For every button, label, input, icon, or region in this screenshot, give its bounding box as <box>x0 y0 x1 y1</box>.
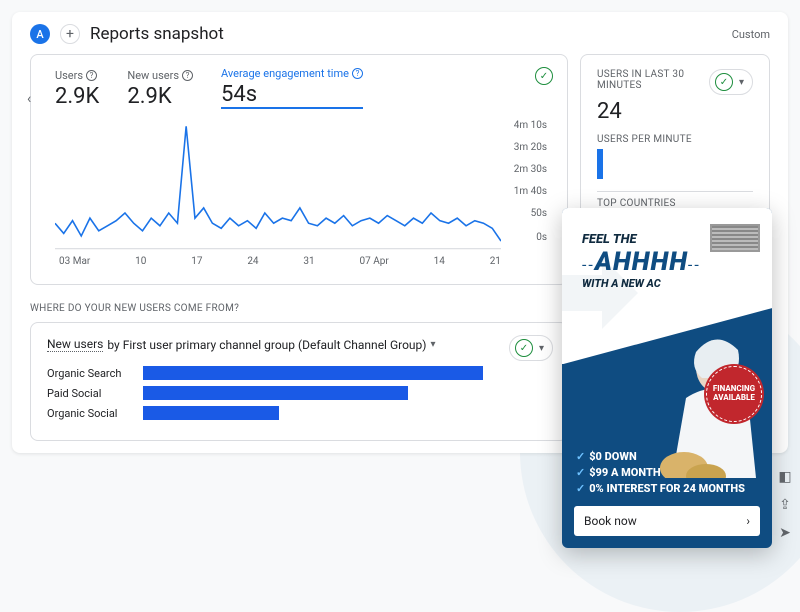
channel-bar-row: Paid Social <box>47 386 551 400</box>
book-now-button[interactable]: Book now› <box>574 506 760 536</box>
realtime-label: USERS IN LAST 30 MINUTES <box>597 69 709 91</box>
ad-headline-3: WITH A NEW AC <box>582 277 701 290</box>
help-icon[interactable]: ? <box>182 70 193 81</box>
sources-filter[interactable]: New users by First user primary channel … <box>47 337 551 352</box>
channel-label: Paid Social <box>47 387 135 400</box>
channel-label: Organic Search <box>47 367 135 380</box>
line-chart-svg <box>55 120 501 250</box>
channel-bar <box>143 406 279 420</box>
realtime-menu[interactable]: ✓▾ <box>709 69 753 95</box>
check-icon: ✓ <box>535 67 553 85</box>
sources-menu[interactable]: ✓▾ <box>509 335 553 361</box>
ad-headline-1: FEEL THE <box>582 232 701 247</box>
channel-bar <box>143 386 408 400</box>
metric-engagement[interactable]: Average engagement time? 54s <box>221 65 363 109</box>
realtime-value: 24 <box>597 99 753 124</box>
topbar: A + Reports snapshot Custom <box>30 24 770 44</box>
account-badge[interactable]: A <box>30 24 50 44</box>
metric-new-users[interactable]: New users? 2.9K <box>127 69 193 109</box>
help-icon[interactable]: ? <box>86 70 97 81</box>
channel-bar-row: Organic Social <box>47 406 551 420</box>
bookmark-icon[interactable]: ◧ <box>776 468 794 486</box>
per-minute-bar <box>597 149 603 179</box>
page-title: Reports snapshot <box>90 24 224 44</box>
help-icon[interactable]: ? <box>352 68 363 79</box>
channel-bar <box>143 366 483 380</box>
side-rail: ◧ ⇪ ➤ <box>776 468 794 542</box>
ad-headline-2: AHHHH <box>595 247 688 277</box>
financing-badge: FINANCING AVAILABLE <box>706 366 762 422</box>
per-minute-label: USERS PER MINUTE <box>597 134 753 145</box>
send-icon[interactable]: ➤ <box>776 524 794 542</box>
metric-users[interactable]: Users? 2.9K <box>55 69 99 109</box>
custom-link[interactable]: Custom <box>732 28 770 41</box>
ad-creative: FEEL THE --AHHHH-- WITH A NEW AC FINANCI… <box>562 208 772 548</box>
add-button[interactable]: + <box>60 24 80 44</box>
engagement-chart: 4m 10s 3m 20s 2m 30s 1m 40s 50s 0s 03 Ma… <box>55 120 551 270</box>
sources-card: ✓▾ New users by First user primary chann… <box>30 322 568 441</box>
overview-card: ‹ ✓ Users? 2.9K New users? 2.9K Average … <box>30 54 568 285</box>
ad-bullets: ✓$0 DOWN ✓$99 A MONTH ✓0% INTEREST FOR 2… <box>576 447 745 498</box>
channel-bars: Organic Search Paid Social Organic Social <box>47 366 551 420</box>
chevron-left-icon[interactable]: ‹ <box>27 91 31 107</box>
x-axis-labels: 03 Mar 10 17 24 31 07 Apr 14 21 <box>55 256 551 267</box>
vent-graphic-icon <box>710 224 760 252</box>
share-icon[interactable]: ⇪ <box>776 496 794 514</box>
chevron-right-icon: › <box>746 514 750 528</box>
channel-bar-row: Organic Search <box>47 366 551 380</box>
metric-tabs: Users? 2.9K New users? 2.9K Average enga… <box>55 69 551 110</box>
channel-label: Organic Social <box>47 407 135 420</box>
